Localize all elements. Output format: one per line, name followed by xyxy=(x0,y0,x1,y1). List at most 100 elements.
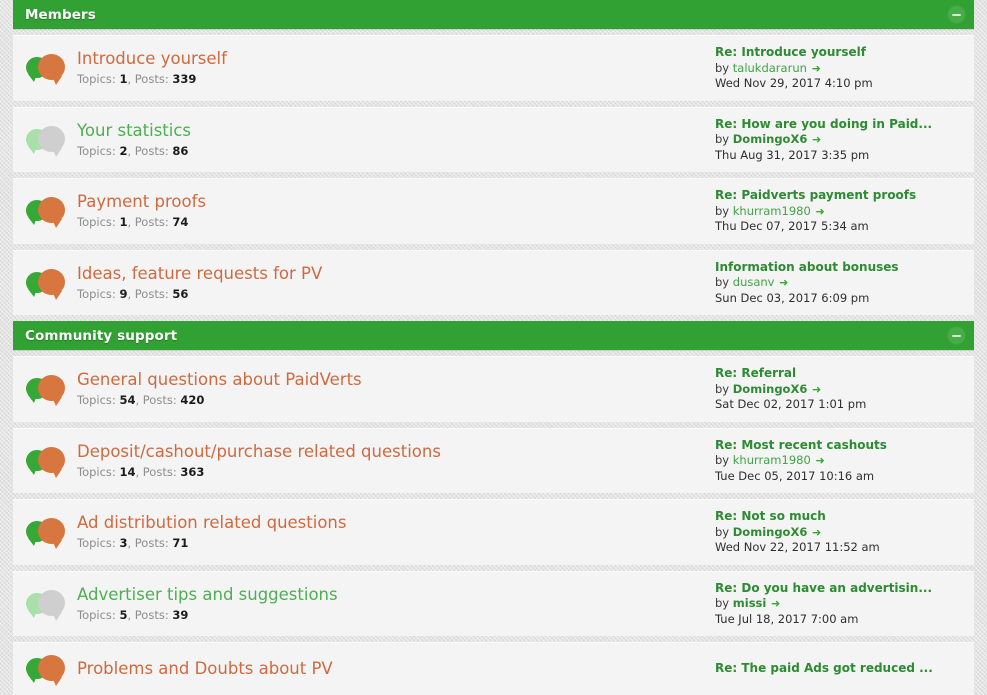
goto-last-post-arrow-icon[interactable]: ➜ xyxy=(770,597,780,610)
forum-info: Payment proofs Topics: 1, Posts: 74 xyxy=(72,192,709,230)
last-post-author-link[interactable]: talukdararun xyxy=(733,61,807,75)
topics-label: Topics: xyxy=(77,607,116,622)
forum-info: Introduce yourself Topics: 1, Posts: 339 xyxy=(72,49,709,87)
speech-bubble-front-icon xyxy=(38,375,65,407)
by-label: by xyxy=(715,275,730,289)
last-post-author-link[interactable]: khurram1980 xyxy=(733,453,811,467)
goto-last-post-arrow-icon[interactable]: ➜ xyxy=(814,454,824,467)
forum-title-link[interactable]: Introduce yourself xyxy=(77,49,227,69)
by-label: by xyxy=(715,203,730,218)
posts-label: Posts: xyxy=(142,393,177,408)
collapse-minus-icon[interactable] xyxy=(947,326,966,345)
posts-label: Posts: xyxy=(134,286,169,301)
last-post-author-link[interactable]: khurram1980 xyxy=(733,204,811,218)
forum-stats: Topics: 5, Posts: 39 xyxy=(77,607,189,622)
collapse-minus-icon[interactable] xyxy=(947,5,966,24)
topics-label: Topics: xyxy=(77,143,116,158)
topics-count: 54 xyxy=(119,393,136,408)
forum-list: General questions about PaidVerts Topics:… xyxy=(13,356,974,695)
topics-label: Topics: xyxy=(77,215,116,230)
category-title-link[interactable]: Community support xyxy=(25,328,177,344)
last-post-author-link[interactable]: missi xyxy=(733,596,767,610)
last-post-author-link[interactable]: DomingoX6 xyxy=(733,382,808,396)
category-header: Community support xyxy=(13,321,974,350)
last-post-column: Information about bonuses by dusanv ➜ Sun … xyxy=(709,260,964,307)
forum-unread-icon xyxy=(26,654,66,686)
last-post-author-link[interactable]: dusanv xyxy=(733,275,775,289)
goto-last-post-arrow-icon[interactable]: ➜ xyxy=(811,383,821,396)
goto-last-post-arrow-icon[interactable]: ➜ xyxy=(778,276,788,289)
last-post-author-link[interactable]: DomingoX6 xyxy=(733,132,808,146)
last-post-column: Re: How are you doing in Paid... by Domin… xyxy=(709,117,964,164)
posts-count: 86 xyxy=(172,143,189,158)
forum-title-link[interactable]: Advertiser tips and suggestions xyxy=(77,585,338,605)
forum-title-link[interactable]: Problems and Doubts about PV xyxy=(77,659,333,679)
topics-count: 1 xyxy=(119,72,128,87)
posts-label: Posts: xyxy=(134,607,169,622)
topics-count: 5 xyxy=(119,607,128,622)
last-post-author-link[interactable]: DomingoX6 xyxy=(733,525,808,539)
last-post-author-line: by DomingoX6 ➜ xyxy=(715,382,964,398)
forum-icon-wrap xyxy=(26,53,72,86)
speech-bubble-front-icon xyxy=(38,655,65,686)
last-post-title-link[interactable]: Re: Not so much xyxy=(715,509,964,525)
forum-info: Ideas, feature requests for PV Topics: 9,… xyxy=(72,264,709,302)
last-post-title-link[interactable]: Re: How are you doing in Paid... xyxy=(715,117,964,133)
last-post-column: Re: Do you have an advertisin... by missi… xyxy=(709,581,964,628)
forum-unread-icon xyxy=(26,196,66,229)
goto-last-post-arrow-icon[interactable]: ➜ xyxy=(811,526,821,539)
last-post-title-link[interactable]: Re: The paid Ads got reduced ... xyxy=(715,661,964,677)
last-post-date: Thu Aug 31, 2017 3:35 pm xyxy=(715,147,870,162)
forum-icon-wrap xyxy=(26,654,72,686)
posts-label: Posts: xyxy=(134,72,169,87)
last-post-column: Re: The paid Ads got reduced ... xyxy=(709,661,964,677)
forum-icon-wrap xyxy=(26,196,72,229)
category-header: Members xyxy=(13,0,974,29)
goto-last-post-arrow-icon[interactable]: ➜ xyxy=(811,62,821,75)
forum-info: General questions about PaidVerts Topics:… xyxy=(72,370,709,408)
by-label: by xyxy=(715,60,730,75)
speech-bubble-front-icon xyxy=(38,197,65,229)
forum-read-icon xyxy=(26,125,66,157)
posts-label: Posts: xyxy=(142,464,177,479)
category-title-link[interactable]: Members xyxy=(25,7,96,23)
last-post-author-line: by DomingoX6 ➜ xyxy=(715,525,964,541)
last-post-author-line: by missi ➜ xyxy=(715,596,964,612)
last-post-title-link[interactable]: Re: Introduce yourself xyxy=(715,45,964,61)
posts-count: 339 xyxy=(172,72,197,87)
forum-title-link[interactable]: Ad distribution related questions xyxy=(77,513,346,533)
forum-row: Ad distribution related questions Topics:… xyxy=(13,499,974,565)
forum-index: Members Introduce yourself Topics: 1, Post… xyxy=(0,0,987,695)
forum-stats: Topics: 1, Posts: 339 xyxy=(77,72,197,87)
forum-info: Deposit/cashout/purchase related questio… xyxy=(72,442,709,480)
topics-count: 3 xyxy=(119,536,128,551)
forum-title-link[interactable]: Payment proofs xyxy=(77,192,206,212)
forum-info: Advertiser tips and suggestions Topics: 5… xyxy=(72,585,709,623)
topics-label: Topics: xyxy=(77,393,116,408)
speech-bubble-front-icon xyxy=(38,54,65,86)
goto-last-post-arrow-icon[interactable]: ➜ xyxy=(811,133,821,146)
last-post-title-link[interactable]: Re: Paidverts payment proofs xyxy=(715,188,964,204)
category-block: Members Introduce yourself Topics: 1, Post… xyxy=(13,0,974,315)
forum-title-link[interactable]: Ideas, feature requests for PV xyxy=(77,264,322,284)
forum-stats: Topics: 1, Posts: 74 xyxy=(77,215,189,230)
last-post-author-line: by talukdararun ➜ xyxy=(715,61,964,77)
last-post-title-link[interactable]: Re: Referral xyxy=(715,366,964,382)
forum-unread-icon xyxy=(26,517,66,550)
forum-info: Problems and Doubts about PV xyxy=(72,659,709,679)
topics-label: Topics: xyxy=(77,536,116,551)
forum-title-link[interactable]: General questions about PaidVerts xyxy=(77,370,362,390)
last-post-title-link[interactable]: Information about bonuses xyxy=(715,260,964,276)
by-label: by xyxy=(715,132,730,146)
forum-title-link[interactable]: Your statistics xyxy=(77,121,191,141)
forum-title-link[interactable]: Deposit/cashout/purchase related questio… xyxy=(77,442,441,462)
forum-row: Advertiser tips and suggestions Topics: 5… xyxy=(13,570,974,636)
forum-row: General questions about PaidVerts Topics:… xyxy=(13,356,974,422)
goto-last-post-arrow-icon[interactable]: ➜ xyxy=(814,205,824,218)
last-post-date: Tue Dec 05, 2017 10:16 am xyxy=(715,468,875,483)
speech-bubble-front-icon xyxy=(38,518,65,550)
posts-count: 71 xyxy=(172,536,189,551)
minus-glyph xyxy=(952,13,961,16)
last-post-title-link[interactable]: Re: Most recent cashouts xyxy=(715,438,964,454)
last-post-column: Re: Paidverts payment proofs by khurram19… xyxy=(709,188,964,235)
